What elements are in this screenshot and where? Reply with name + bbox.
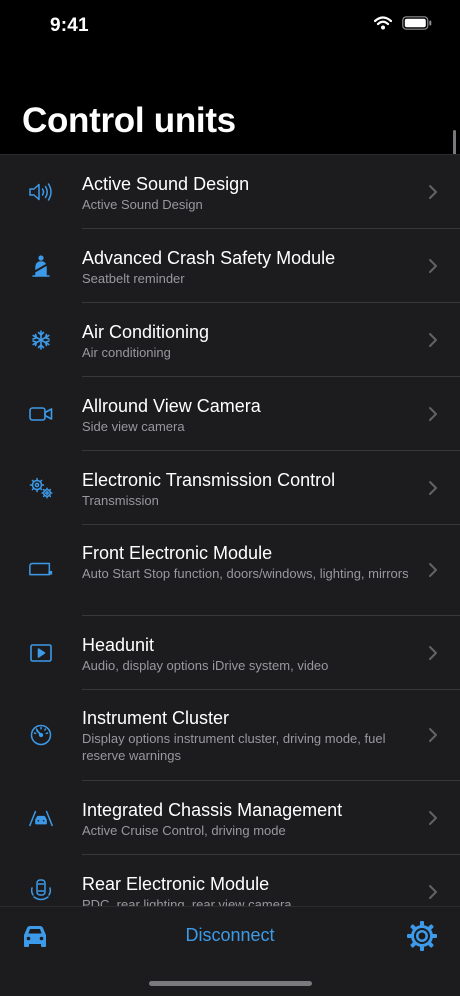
list-item-air-conditioning[interactable]: Air Conditioning Air conditioning	[0, 303, 460, 377]
chevron-right-icon	[429, 885, 437, 899]
unit-name: Headunit	[82, 635, 155, 655]
unit-description: Air conditioning	[82, 345, 171, 360]
list-item-front-electronic-module[interactable]: Front Electronic Module Auto Start Stop …	[0, 525, 460, 616]
unit-name: Air Conditioning	[82, 322, 210, 342]
chevron-right-icon	[429, 333, 437, 347]
home-indicator[interactable]	[149, 981, 312, 986]
unit-description: Side view camera	[82, 419, 185, 434]
status-time: 9:41	[50, 15, 89, 36]
unit-name: Rear Electronic Module	[82, 874, 270, 894]
gauge-icon	[28, 722, 54, 748]
unit-description: Active Sound Design	[82, 197, 203, 212]
unit-description: Auto Start Stop function, doors/windows,…	[82, 566, 409, 581]
list-item-electronic-transmission-control[interactable]: Electronic Transmission Control Transmis…	[0, 451, 460, 525]
unit-description: Audio, display options iDrive system, vi…	[82, 658, 329, 673]
lane-assist-icon	[28, 805, 54, 831]
chevron-right-icon	[429, 728, 437, 742]
page-title: Control units	[22, 101, 236, 140]
disconnect-button[interactable]: Disconnect	[0, 925, 460, 946]
unit-name: Advanced Crash Safety Module	[82, 248, 336, 268]
unit-name: Front Electronic Module	[82, 543, 273, 563]
unit-name: Instrument Cluster	[82, 708, 230, 728]
chevron-right-icon	[429, 259, 437, 273]
chevron-right-icon	[429, 646, 437, 660]
chevron-right-icon	[429, 185, 437, 199]
unit-description: Active Cruise Control, driving mode	[82, 823, 286, 838]
list-item-advanced-crash-safety-module[interactable]: Advanced Crash Safety Module Seatbelt re…	[0, 229, 460, 303]
list-item-instrument-cluster[interactable]: Instrument Cluster Display options instr…	[0, 690, 460, 781]
unit-description: Transmission	[82, 493, 159, 508]
gears-icon	[28, 475, 54, 501]
chevron-right-icon	[429, 563, 437, 577]
wifi-icon	[374, 16, 392, 30]
unit-name: Allround View Camera	[82, 396, 261, 416]
chevron-right-icon	[429, 481, 437, 495]
status-bar: 9:41	[0, 0, 460, 54]
list-item-active-sound-design[interactable]: Active Sound Design Active Sound Design	[0, 155, 460, 229]
unit-name: Integrated Chassis Management	[82, 800, 343, 820]
bottom-toolbar: Disconnect	[0, 906, 460, 996]
list-item-allround-view-camera[interactable]: Allround View Camera Side view camera	[0, 377, 460, 451]
list-item-rear-electronic-module[interactable]: Rear Electronic Module PDC, rear lightin…	[0, 855, 460, 907]
battery-icon	[402, 16, 432, 30]
unit-description: Seatbelt reminder	[82, 271, 185, 286]
parking-sensor-icon	[28, 877, 54, 903]
status-icons	[374, 16, 432, 30]
play-icon	[28, 640, 54, 666]
control-units-list: Active Sound Design Active Sound Design …	[0, 154, 460, 907]
snowflake-icon	[28, 327, 54, 353]
unit-name: Active Sound Design	[82, 174, 250, 194]
unit-name: Electronic Transmission Control	[82, 470, 336, 490]
chevron-right-icon	[429, 811, 437, 825]
speaker-icon	[28, 179, 54, 205]
list-item-integrated-chassis-management[interactable]: Integrated Chassis Management Active Cru…	[0, 781, 460, 855]
settings-icon[interactable]	[406, 920, 438, 952]
unit-description: Display options instrument cluster, driv…	[82, 731, 386, 763]
camera-icon	[28, 401, 54, 427]
seatbelt-icon	[28, 253, 54, 279]
window-icon	[28, 557, 54, 583]
list-item-headunit[interactable]: Headunit Audio, display options iDrive s…	[0, 616, 460, 690]
chevron-right-icon	[429, 407, 437, 421]
